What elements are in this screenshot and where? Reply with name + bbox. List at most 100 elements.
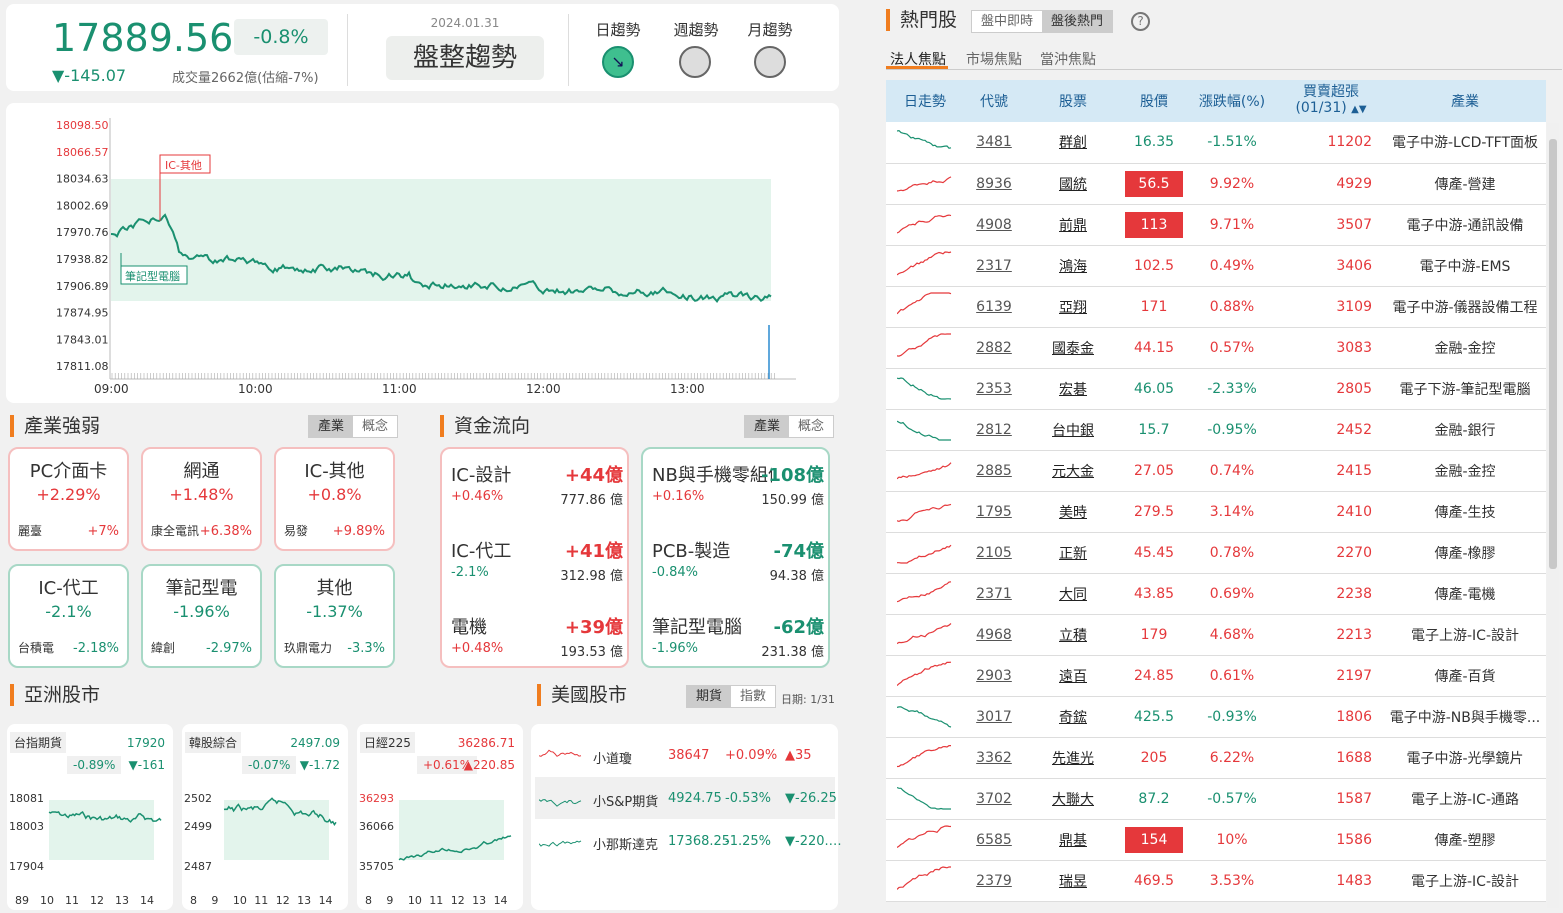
col-header-change[interactable]: 漲跌幅(%) bbox=[1186, 80, 1278, 122]
flow-item[interactable]: 電機 +39億 +0.48% 193.53 億 bbox=[451, 613, 623, 679]
table-row[interactable]: 2812 台中銀 15.7 -0.95% 2452 金融-銀行 bbox=[886, 409, 1546, 451]
leader-stock[interactable]: 緯創 bbox=[151, 639, 175, 656]
flow-item[interactable]: IC-設計 +44億 +0.46% 777.86 億 bbox=[451, 461, 623, 527]
table-row[interactable]: 6139 亞翔 171 0.88% 3109 電子中游-儀器設備工程 bbox=[886, 286, 1546, 328]
table-row[interactable]: 2903 遠百 24.85 0.61% 2197 傳產-百貨 bbox=[886, 655, 1546, 697]
stock-name-link[interactable]: 鴻海 bbox=[1024, 245, 1122, 287]
subtab-market[interactable]: 市場焦點 bbox=[966, 49, 1022, 69]
stock-code-link[interactable]: 1795 bbox=[964, 491, 1024, 533]
tab-industry[interactable]: 產業 bbox=[745, 416, 790, 437]
asia-market-card[interactable]: 日經225 36286.71 +0.61% ▲220.85 36293 36066 3570… bbox=[357, 724, 523, 910]
stock-name-link[interactable]: 國統 bbox=[1024, 163, 1122, 205]
industry-card[interactable]: IC-代工 -2.1% 台積電 -2.18% bbox=[8, 564, 129, 668]
stock-code-link[interactable]: 2353 bbox=[964, 368, 1024, 410]
tab-after-hours[interactable]: 盤後熱門 bbox=[1042, 11, 1113, 32]
table-row[interactable]: 2885 元大金 27.05 0.74% 2415 金融-金控 bbox=[886, 450, 1546, 492]
stock-code-link[interactable]: 3702 bbox=[964, 778, 1024, 820]
industry-card[interactable]: 筆記型電 -1.96% 緯創 -2.97% bbox=[141, 564, 262, 668]
asia-market-card[interactable]: 台指期貨 17920 -0.89% ▼-161 18081 18003 17904 89 10 1… bbox=[7, 724, 173, 910]
stock-name-link[interactable]: 台中銀 bbox=[1024, 409, 1122, 451]
table-row[interactable]: 2353 宏碁 46.05 -2.33% 2805 電子下游-筆記型電腦 bbox=[886, 368, 1546, 410]
stock-code-link[interactable]: 4968 bbox=[964, 614, 1024, 656]
stock-code-link[interactable]: 3481 bbox=[964, 122, 1024, 164]
scrollbar-track[interactable] bbox=[1547, 123, 1559, 908]
table-row[interactable]: 3362 先進光 205 6.22% 1688 電子中游-光學鏡片 bbox=[886, 737, 1546, 779]
stock-name-link[interactable]: 正新 bbox=[1024, 532, 1122, 574]
stock-name-link[interactable]: 美時 bbox=[1024, 491, 1122, 533]
industry-card[interactable]: PC介面卡 +2.29% 麗臺 +7% bbox=[8, 447, 129, 551]
stock-name-link[interactable]: 前鼎 bbox=[1024, 204, 1122, 246]
help-icon[interactable]: ? bbox=[1131, 12, 1150, 31]
table-row[interactable]: 3481 群創 16.35 -1.51% 11202 電子中游-LCD-TFT面板 bbox=[886, 122, 1546, 164]
tab-industry[interactable]: 產業 bbox=[309, 416, 354, 437]
table-row[interactable]: 2371 大同 43.85 0.69% 2238 傳產-電機 bbox=[886, 573, 1546, 615]
table-row[interactable]: 6585 鼎基 154 10% 1586 傳產-塑膠 bbox=[886, 819, 1546, 861]
trend-neutral-icon[interactable] bbox=[754, 46, 786, 78]
stock-name-link[interactable]: 大同 bbox=[1024, 573, 1122, 615]
col-header-price[interactable]: 股價 bbox=[1122, 80, 1186, 122]
stock-code-link[interactable]: 2812 bbox=[964, 409, 1024, 451]
stock-code-link[interactable]: 2379 bbox=[964, 860, 1024, 902]
flow-item[interactable]: PCB-製造 -74億 -0.84% 94.38 億 bbox=[652, 537, 824, 603]
industry-card[interactable]: 網通 +1.48% 康全電訊 +6.38% bbox=[141, 447, 262, 551]
col-header-industry[interactable]: 產業 bbox=[1384, 80, 1546, 122]
stock-name-link[interactable]: 宏碁 bbox=[1024, 368, 1122, 410]
leader-stock[interactable]: 易發 bbox=[284, 522, 308, 539]
asia-market-card[interactable]: 韓股綜合 2497.09 -0.07% ▼-1.72 2502 2499 2487 8 9 10 1… bbox=[182, 724, 348, 910]
stock-name-link[interactable]: 遠百 bbox=[1024, 655, 1122, 697]
stock-code-link[interactable]: 2317 bbox=[964, 245, 1024, 287]
stock-name-link[interactable]: 立積 bbox=[1024, 614, 1122, 656]
tab-concept[interactable]: 概念 bbox=[353, 416, 397, 437]
tab-concept[interactable]: 概念 bbox=[789, 416, 833, 437]
stock-code-link[interactable]: 2882 bbox=[964, 327, 1024, 369]
stock-code-link[interactable]: 3362 bbox=[964, 737, 1024, 779]
leader-stock[interactable]: 麗臺 bbox=[18, 522, 42, 539]
col-header-name[interactable]: 股票 bbox=[1024, 80, 1122, 122]
leader-stock[interactable]: 台積電 bbox=[18, 639, 54, 656]
us-market-row[interactable]: 小S&P期貨 4924.75 -0.53% ▼-26.25 bbox=[535, 777, 837, 819]
table-row[interactable]: 4968 立積 179 4.68% 2213 電子上游-IC-設計 bbox=[886, 614, 1546, 656]
stock-name-link[interactable]: 國泰金 bbox=[1024, 327, 1122, 369]
intraday-chart[interactable]: 18098.50 18066.57 18034.63 18002.69 17970.76… bbox=[6, 103, 839, 403]
us-market-row[interactable]: 小道瓊 38647 +0.09% ▲35 bbox=[535, 734, 835, 776]
stock-code-link[interactable]: 2885 bbox=[964, 450, 1024, 492]
flow-inflow-card[interactable]: IC-設計 +44億 +0.46% 777.86 億 IC-代工 +41億 -2.1% 312… bbox=[440, 447, 629, 668]
trend-neutral-icon[interactable] bbox=[679, 46, 711, 78]
stock-code-link[interactable]: 4908 bbox=[964, 204, 1024, 246]
sort-desc-icon[interactable]: ▲▼ bbox=[1351, 104, 1366, 115]
stock-name-link[interactable]: 大聯大 bbox=[1024, 778, 1122, 820]
stock-name-link[interactable]: 奇鋐 bbox=[1024, 696, 1122, 738]
table-row[interactable]: 2379 瑞昱 469.5 3.53% 1483 電子上游-IC-設計 bbox=[886, 860, 1546, 902]
stock-code-link[interactable]: 8936 bbox=[964, 163, 1024, 205]
flow-outflow-card[interactable]: NB與手機零組件-108億 +0.16% 150.99 億 PCB-製造 -74億 -0.… bbox=[641, 447, 830, 668]
table-row[interactable]: 2882 國泰金 44.15 0.57% 3083 金融-金控 bbox=[886, 327, 1546, 369]
table-row[interactable]: 4908 前鼎 113 9.71% 3507 電子中游-通訊設備 bbox=[886, 204, 1546, 246]
table-row[interactable]: 2105 正新 45.45 0.78% 2270 傳產-橡膠 bbox=[886, 532, 1546, 574]
leader-stock[interactable]: 康全電訊 bbox=[151, 522, 199, 539]
table-row[interactable]: 8936 國統 56.5 9.92% 4929 傳產-營建 bbox=[886, 163, 1546, 205]
leader-stock[interactable]: 玖鼎電力 bbox=[284, 639, 332, 656]
table-row[interactable]: 3017 奇鋐 425.5 -0.93% 1806 電子中游-NB與手機零... bbox=[886, 696, 1546, 738]
subtab-daytrade[interactable]: 當沖焦點 bbox=[1040, 49, 1096, 69]
stock-name-link[interactable]: 群創 bbox=[1024, 122, 1122, 164]
stock-name-link[interactable]: 元大金 bbox=[1024, 450, 1122, 492]
stock-code-link[interactable]: 2903 bbox=[964, 655, 1024, 697]
scrollbar-thumb[interactable] bbox=[1549, 139, 1557, 569]
us-market-row[interactable]: 小那斯達克 17368.25 -1.25% ▼-220.… bbox=[535, 820, 842, 862]
stock-code-link[interactable]: 6139 bbox=[964, 286, 1024, 328]
stock-code-link[interactable]: 3017 bbox=[964, 696, 1024, 738]
industry-card[interactable]: IC-其他 +0.8% 易發 +9.89% bbox=[274, 447, 395, 551]
table-row[interactable]: 3702 大聯大 87.2 -0.57% 1587 電子上游-IC-通路 bbox=[886, 778, 1546, 820]
industry-card[interactable]: 其他 -1.37% 玖鼎電力 -3.3% bbox=[274, 564, 395, 668]
flow-item[interactable]: NB與手機零組件-108億 +0.16% 150.99 億 bbox=[652, 461, 824, 527]
flow-item[interactable]: 筆記型電腦 -62億 -1.96% 231.38 億 bbox=[652, 613, 824, 679]
stock-name-link[interactable]: 亞翔 bbox=[1024, 286, 1122, 328]
col-header-code[interactable]: 代號 bbox=[964, 80, 1024, 122]
stock-name-link[interactable]: 瑞昱 bbox=[1024, 860, 1122, 902]
flow-item[interactable]: IC-代工 +41億 -2.1% 312.98 億 bbox=[451, 537, 623, 603]
col-header-netbuy[interactable]: 買賣超張 (01/31) ▲▼ bbox=[1278, 80, 1384, 122]
tab-intraday[interactable]: 盤中即時 bbox=[972, 11, 1042, 32]
table-row[interactable]: 2317 鴻海 102.5 0.49% 3406 電子中游-EMS bbox=[886, 245, 1546, 287]
table-row[interactable]: 1795 美時 279.5 3.14% 2410 傳產-生技 bbox=[886, 491, 1546, 533]
stock-code-link[interactable]: 2371 bbox=[964, 573, 1024, 615]
